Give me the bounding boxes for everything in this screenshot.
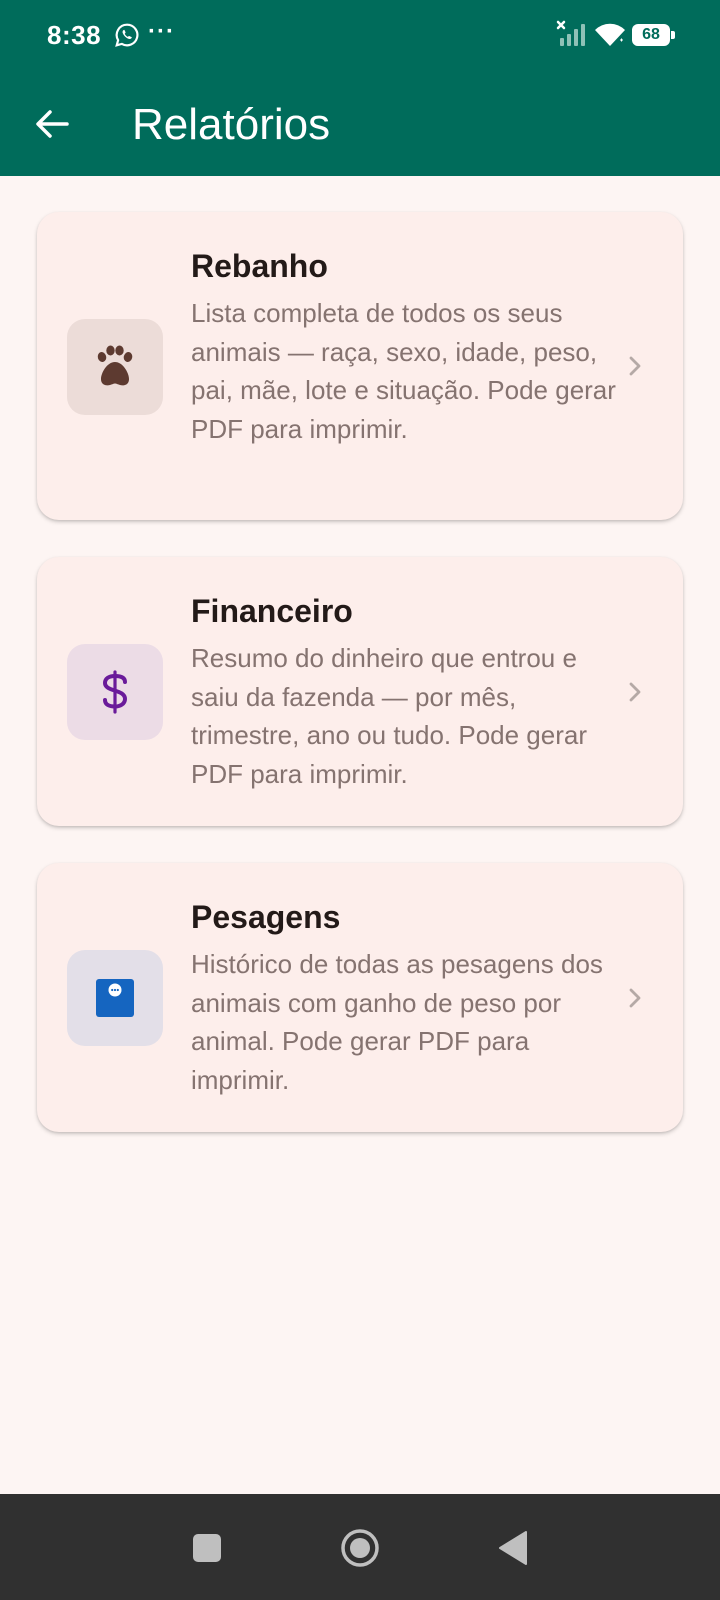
report-title: Financeiro [191, 593, 353, 629]
battery-indicator: 68 [632, 24, 675, 46]
report-description: Lista completa de todos os seus animais … [191, 298, 616, 444]
signal-icon [556, 20, 585, 46]
report-description: Resumo do dinheiro que entrou e saiu da … [191, 643, 588, 789]
paw-icon [97, 345, 133, 386]
report-icon-container [67, 319, 163, 415]
wifi-icon [595, 23, 625, 46]
more-notifications-icon: ··· [148, 18, 175, 45]
chevron-right-icon [629, 682, 641, 702]
status-bar: 8:38 ··· 68 [0, 0, 720, 72]
arrow-left-icon [36, 110, 69, 138]
report-card-pesagens[interactable]: Pesagens Histórico de todas as pesagens … [37, 863, 683, 1132]
app-bar: Relatórios [0, 72, 720, 176]
back-triangle-button[interactable] [498, 1530, 528, 1566]
report-title: Pesagens [191, 899, 341, 935]
back-button[interactable] [26, 98, 78, 150]
recent-apps-button[interactable] [193, 1534, 221, 1562]
report-card-financeiro[interactable]: Financeiro Resumo do dinheiro que entrou… [37, 557, 683, 826]
scale-icon [96, 979, 134, 1017]
status-time: 8:38 [47, 20, 102, 50]
report-description: Histórico de todas as pesagens dos anima… [191, 949, 603, 1095]
system-navigation-bar [0, 1494, 720, 1600]
home-button[interactable] [340, 1528, 380, 1568]
chevron-right-icon [629, 988, 641, 1008]
report-icon-container [67, 950, 163, 1046]
page-title: Relatórios [132, 100, 331, 149]
report-card-rebanho[interactable]: Rebanho Lista completa de todos os seus … [37, 212, 683, 520]
dollar-icon [102, 670, 128, 714]
whatsapp-icon [115, 23, 139, 47]
chevron-right-icon [629, 356, 641, 376]
report-title: Rebanho [191, 248, 328, 284]
report-icon-container [67, 644, 163, 740]
